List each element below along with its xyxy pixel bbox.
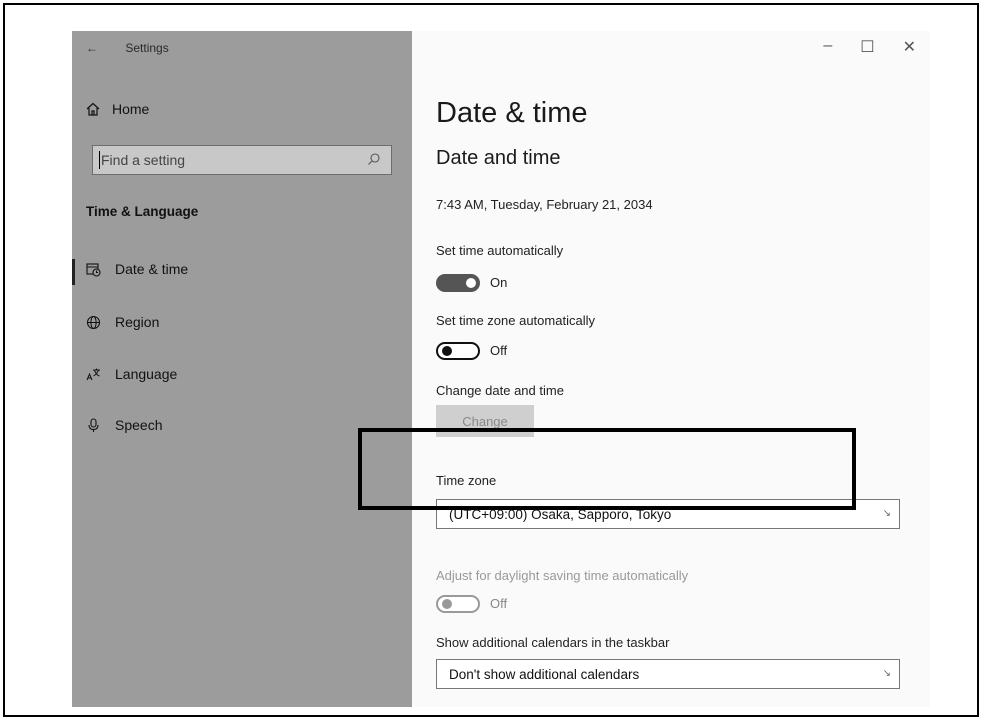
- additional-calendars-dropdown[interactable]: Don't show additional calendars ↘: [436, 659, 900, 689]
- set-time-auto-label: Set time automatically: [436, 243, 564, 258]
- text-caret: [99, 151, 100, 169]
- set-timezone-auto-state: Off: [490, 343, 508, 358]
- time-zone-highlight-box: [358, 428, 856, 510]
- set-time-auto-toggle[interactable]: [436, 274, 480, 292]
- calendar-clock-icon: [86, 262, 101, 277]
- settings-window: ← Settings Home Find a setting Time & La…: [72, 31, 930, 707]
- set-timezone-auto-toggle[interactable]: [436, 342, 480, 360]
- toggle-knob: [466, 278, 476, 288]
- back-button[interactable]: ←: [86, 41, 122, 55]
- search-icon[interactable]: [367, 152, 381, 166]
- additional-calendars-label: Show additional calendars in the taskbar: [436, 635, 670, 650]
- sidebar-item-label: Date & time: [115, 261, 189, 277]
- sidebar-item-date-time[interactable]: Date & time: [86, 261, 188, 277]
- sidebar-section-title: Time & Language: [86, 204, 199, 219]
- minimize-button[interactable]: –: [823, 37, 832, 57]
- search-placeholder: Find a setting: [101, 152, 186, 168]
- sidebar-item-region[interactable]: Region: [86, 314, 159, 330]
- main-content: – ☐ ✕ Date & time Date and time 7:43 AM,…: [412, 31, 930, 707]
- toggle-knob: [442, 346, 452, 356]
- chevron-down-icon: ↘: [882, 508, 891, 519]
- set-timezone-auto-label: Set time zone automatically: [436, 313, 595, 328]
- maximize-button[interactable]: ☐: [860, 37, 874, 57]
- app-title: Settings: [125, 41, 169, 55]
- language-icon: [86, 368, 100, 380]
- sidebar: ← Settings Home Find a setting Time & La…: [72, 31, 412, 707]
- sidebar-item-label: Speech: [115, 417, 163, 433]
- section-heading: Date and time: [436, 147, 561, 169]
- daylight-saving-toggle[interactable]: [436, 595, 480, 613]
- chevron-down-icon: ↘: [882, 668, 891, 679]
- home-icon: [86, 102, 100, 116]
- additional-calendars-value: Don't show additional calendars: [449, 666, 640, 682]
- page-title: Date & time: [436, 97, 588, 129]
- home-label: Home: [112, 101, 150, 117]
- active-indicator: [72, 259, 75, 285]
- close-button[interactable]: ✕: [903, 37, 916, 57]
- daylight-saving-state: Off: [490, 596, 508, 611]
- sidebar-item-label: Language: [115, 366, 178, 382]
- set-time-auto-state: On: [490, 275, 508, 290]
- search-input[interactable]: Find a setting: [92, 145, 392, 175]
- globe-icon: [86, 315, 101, 329]
- microphone-icon: [88, 417, 99, 432]
- current-datetime: 7:43 AM, Tuesday, February 21, 2034: [436, 197, 653, 212]
- sidebar-item-label: Region: [115, 314, 160, 330]
- sidebar-item-speech[interactable]: Speech: [86, 417, 162, 433]
- titlebar: ← Settings: [86, 41, 169, 55]
- sidebar-item-language[interactable]: Language: [86, 366, 177, 382]
- home-nav-item[interactable]: Home: [86, 101, 149, 117]
- daylight-saving-label: Adjust for daylight saving time automati…: [436, 568, 689, 583]
- toggle-knob: [442, 599, 452, 609]
- change-datetime-label: Change date and time: [436, 383, 564, 398]
- window-controls: – ☐ ✕: [823, 37, 916, 57]
